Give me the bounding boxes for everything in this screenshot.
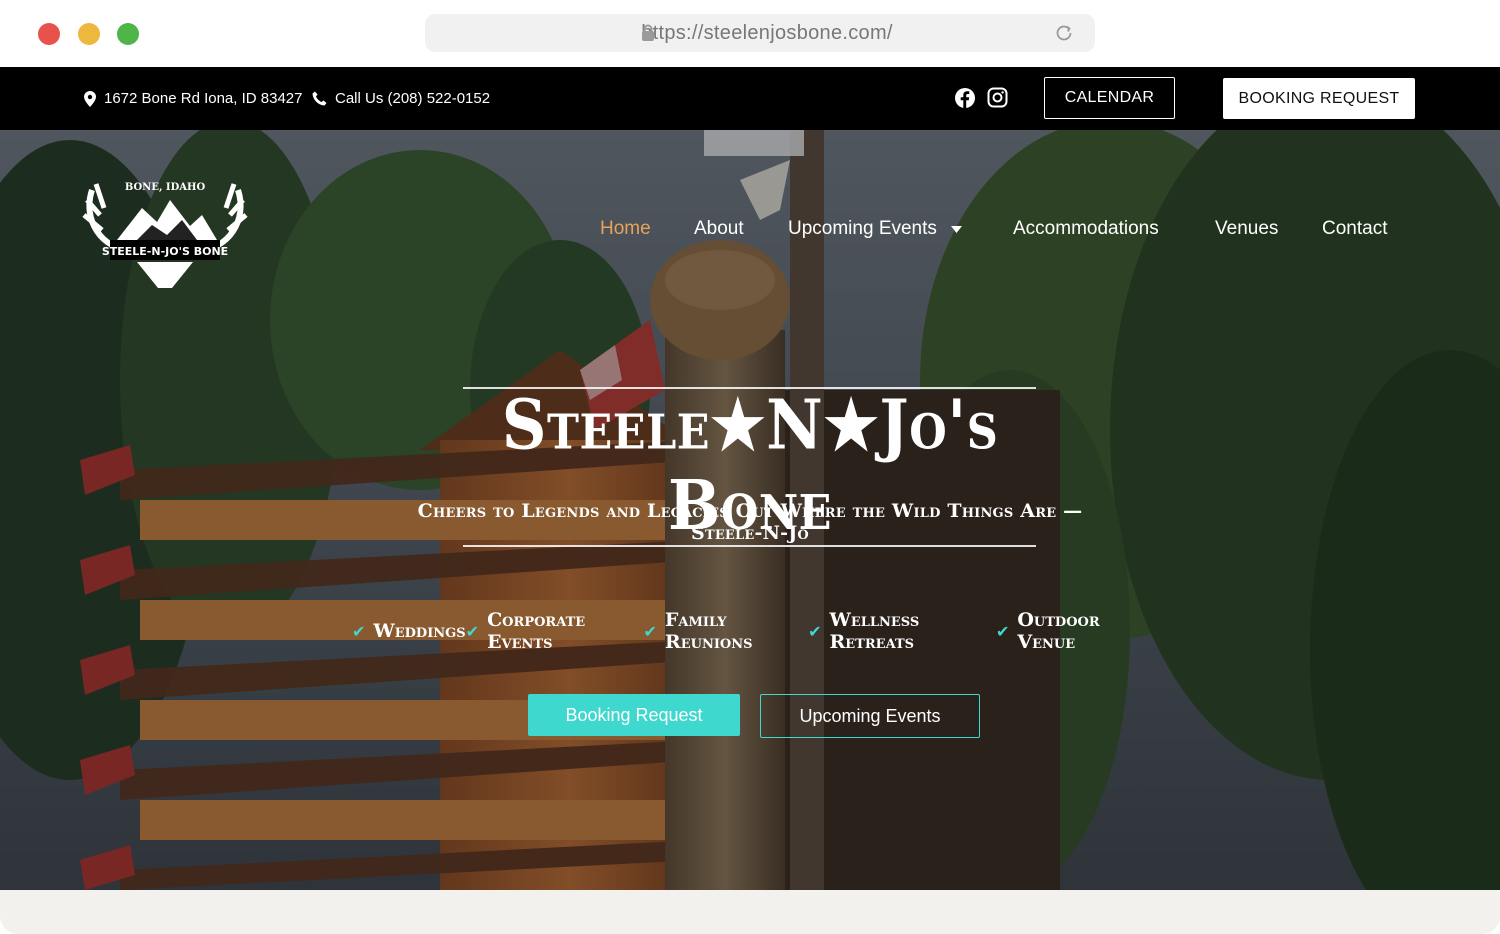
check-icon: ✔ bbox=[643, 621, 657, 641]
nav-venues[interactable]: Venues bbox=[1215, 218, 1278, 248]
check-icon: ✔ bbox=[352, 621, 366, 641]
facebook-icon[interactable] bbox=[954, 87, 976, 109]
map-pin-icon bbox=[84, 90, 96, 107]
url-text: https://steelenjosbone.com/ bbox=[641, 21, 893, 44]
address-link[interactable]: 1672 Bone Rd Iona, ID 83427 bbox=[84, 67, 303, 130]
hero-section: STEELE-N-JO'S BONE BONE, IDAHO Home Abou… bbox=[0, 130, 1500, 890]
service-label: Outdoor Venue bbox=[1017, 609, 1100, 653]
address-bar[interactable]: https://steelenjosbone.com/ bbox=[425, 14, 1095, 52]
nav-contact[interactable]: Contact bbox=[1322, 218, 1387, 248]
maximize-window-button[interactable] bbox=[117, 23, 139, 45]
phone-icon bbox=[312, 91, 327, 106]
logo-bottom-text: STEELE-N-JO'S BONE bbox=[102, 245, 228, 258]
browser-window: https://steelenjosbone.com/ 1672 Bone Rd… bbox=[0, 0, 1500, 934]
service-item: ✔ Corporate Events bbox=[466, 609, 644, 653]
next-section-strip bbox=[0, 890, 1500, 934]
service-label: Weddings bbox=[373, 620, 466, 642]
calendar-button[interactable]: CALENDAR bbox=[1044, 77, 1175, 119]
logo-top-text: BONE, IDAHO bbox=[125, 182, 206, 193]
booking-request-top-button[interactable]: BOOKING REQUEST bbox=[1223, 78, 1415, 119]
chevron-down-icon bbox=[950, 226, 962, 233]
reload-icon[interactable] bbox=[1053, 22, 1075, 44]
service-item: ✔ Wellness Retreats bbox=[808, 609, 996, 653]
service-item: ✔ Outdoor Venue bbox=[996, 609, 1152, 653]
nav-accommodations[interactable]: Accommodations bbox=[1013, 218, 1159, 248]
service-item: ✔ Family Reunions bbox=[644, 609, 809, 653]
instagram-icon[interactable] bbox=[987, 87, 1008, 108]
phone-link[interactable]: Call Us (208) 522-0152 bbox=[312, 67, 490, 130]
minimize-window-button[interactable] bbox=[78, 23, 100, 45]
phone-text: Call Us (208) 522-0152 bbox=[335, 90, 491, 107]
check-icon: ✔ bbox=[995, 621, 1010, 641]
address-text: 1672 Bone Rd Iona, ID 83427 bbox=[104, 90, 303, 107]
close-window-button[interactable] bbox=[38, 23, 60, 45]
services-list: ✔ Weddings ✔ Corporate Events ✔ Family R… bbox=[352, 609, 1152, 653]
lock-icon bbox=[642, 24, 654, 41]
check-icon: ✔ bbox=[808, 621, 822, 641]
check-icon: ✔ bbox=[465, 621, 480, 641]
nav-upcoming-events[interactable]: Upcoming Events bbox=[788, 218, 962, 248]
nav-upcoming-events-label: Upcoming Events bbox=[788, 218, 937, 239]
nav-about[interactable]: About bbox=[694, 218, 744, 248]
title-divider-bottom bbox=[463, 545, 1036, 547]
nav-home[interactable]: Home bbox=[600, 218, 651, 248]
hero-tagline: Cheers to Legends and Legacies Out Where… bbox=[417, 500, 1083, 544]
site-logo[interactable]: STEELE-N-JO'S BONE BONE, IDAHO bbox=[82, 170, 248, 290]
service-label: Wellness Retreats bbox=[829, 609, 920, 653]
service-label: Family Reunions bbox=[664, 609, 753, 653]
upcoming-events-button[interactable]: Upcoming Events bbox=[760, 694, 980, 738]
browser-chrome: https://steelenjosbone.com/ bbox=[0, 0, 1500, 67]
service-item: ✔ Weddings bbox=[352, 620, 466, 642]
booking-request-button[interactable]: Booking Request bbox=[528, 694, 740, 736]
service-label: Corporate Events bbox=[487, 609, 586, 653]
